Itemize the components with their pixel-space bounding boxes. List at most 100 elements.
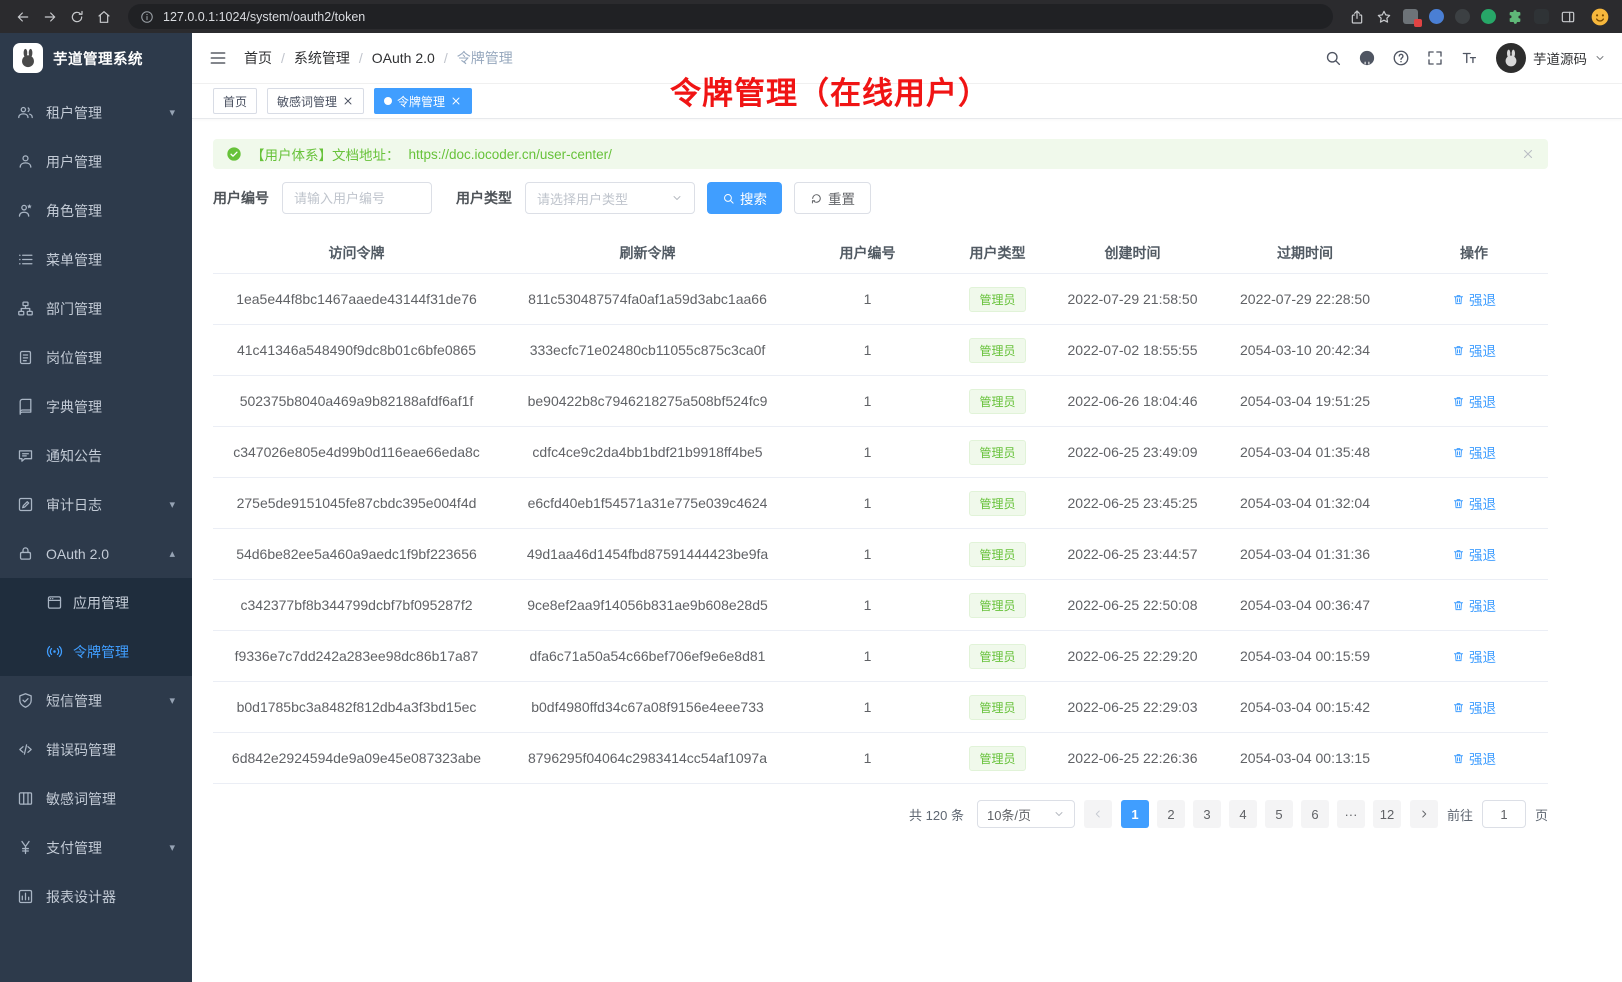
next-page-button[interactable] [1410, 800, 1438, 828]
user-id-cell: 1 [795, 376, 940, 427]
sidebar-item-tenant[interactable]: 租户管理▾ [0, 88, 192, 137]
home-icon[interactable] [93, 6, 115, 28]
page-buttons: 123456···12 [1121, 800, 1401, 828]
side-panel-icon[interactable] [1557, 6, 1579, 28]
user-id-input[interactable] [282, 182, 432, 214]
user-id-label: 用户编号 [213, 188, 269, 208]
force-logout-button[interactable]: 强退 [1452, 646, 1496, 666]
force-logout-button[interactable]: 强退 [1452, 493, 1496, 513]
sidebar-item-app-manage[interactable]: 应用管理 [0, 578, 192, 627]
sidebar-item-notice[interactable]: 通知公告 [0, 431, 192, 480]
page-button-5[interactable]: 5 [1265, 800, 1293, 828]
github-icon[interactable] [1358, 49, 1376, 67]
user-type-badge: 管理员 [969, 695, 1025, 720]
tab-token-manage[interactable]: 令牌管理 [374, 88, 472, 114]
browser-profile-avatar[interactable] [1590, 7, 1610, 27]
more-pages-button[interactable]: ··· [1337, 800, 1365, 828]
delete-icon [1452, 395, 1465, 408]
page-size-select[interactable]: 10条/页 [977, 800, 1075, 828]
reload-icon[interactable] [66, 6, 88, 28]
user-type-cell: 管理员 [940, 427, 1055, 478]
sidebar-item-oauth2[interactable]: OAuth 2.0▴ [0, 529, 192, 578]
extension-icon[interactable] [1403, 9, 1418, 24]
share-icon[interactable] [1346, 6, 1368, 28]
dict-icon [17, 398, 34, 415]
extension-icon[interactable] [1455, 9, 1470, 24]
force-logout-button[interactable]: 强退 [1452, 697, 1496, 717]
sidebar-item-token-manage[interactable]: 令牌管理 [0, 627, 192, 676]
delete-icon [1452, 293, 1465, 306]
user-type-label: 用户类型 [456, 188, 512, 208]
sidebar-item-sensitive-word[interactable]: 敏感词管理 [0, 774, 192, 823]
tab-home[interactable]: 首页 [213, 88, 257, 114]
extension-icon[interactable] [1534, 9, 1549, 24]
sidebar-item-user[interactable]: 用户管理 [0, 137, 192, 186]
table-row: 54d6be82ee5a460a9aedc1f9bf22365649d1aa46… [213, 529, 1548, 580]
breadcrumb-item[interactable]: OAuth 2.0 [372, 50, 435, 66]
expire-time-cell: 2054-03-04 00:15:42 [1210, 682, 1400, 733]
user-type-cell: 管理员 [940, 580, 1055, 631]
sidebar-item-error-code[interactable]: 错误码管理 [0, 725, 192, 774]
url-bar[interactable]: 127.0.0.1:1024/system/oauth2/token [128, 4, 1333, 29]
page-button-12[interactable]: 12 [1373, 800, 1401, 828]
column-header: 过期时间 [1210, 233, 1400, 274]
extension-icon[interactable] [1429, 9, 1444, 24]
sidebar-item-dept[interactable]: 部门管理 [0, 284, 192, 333]
doc-link[interactable]: https://doc.iocoder.cn/user-center/ [409, 147, 612, 162]
chevron-up-icon: ▴ [169, 547, 175, 560]
app-title: 芋道管理系统 [53, 48, 143, 69]
force-logout-label: 强退 [1469, 391, 1496, 411]
create-time-cell: 2022-06-26 18:04:46 [1055, 376, 1210, 427]
error-code-icon [17, 741, 34, 758]
back-icon[interactable] [12, 6, 34, 28]
search-icon[interactable] [1324, 49, 1342, 67]
sidebar-item-sms[interactable]: 短信管理▾ [0, 676, 192, 725]
page-button-2[interactable]: 2 [1157, 800, 1185, 828]
expire-time-cell: 2022-07-29 22:28:50 [1210, 274, 1400, 325]
extensions-puzzle-icon[interactable] [1504, 6, 1526, 28]
sidebar-item-dict[interactable]: 字典管理 [0, 382, 192, 431]
site-info-icon[interactable] [138, 8, 156, 26]
sidebar-item-post[interactable]: 岗位管理 [0, 333, 192, 382]
action-cell: 强退 [1400, 325, 1548, 376]
force-logout-button[interactable]: 强退 [1452, 289, 1496, 309]
delete-icon [1452, 650, 1465, 663]
tab-sensitive-word[interactable]: 敏感词管理 [267, 88, 364, 114]
force-logout-button[interactable]: 强退 [1452, 748, 1496, 768]
close-icon[interactable] [1521, 147, 1535, 161]
help-icon[interactable] [1392, 49, 1410, 67]
forward-icon[interactable] [39, 6, 61, 28]
reset-button[interactable]: 重置 [794, 182, 871, 214]
hamburger-icon[interactable] [208, 48, 228, 68]
sidebar-item-audit-log[interactable]: 审计日志▾ [0, 480, 192, 529]
close-icon[interactable] [342, 95, 354, 107]
breadcrumb-item[interactable]: 系统管理 [294, 48, 350, 68]
font-size-icon[interactable] [1460, 49, 1478, 67]
page-button-4[interactable]: 4 [1229, 800, 1257, 828]
app-logo[interactable]: 芋道管理系统 [0, 33, 192, 83]
breadcrumb-item[interactable]: 首页 [244, 48, 272, 68]
sidebar-item-role[interactable]: 角色管理 [0, 186, 192, 235]
sidebar-item-menu[interactable]: 菜单管理 [0, 235, 192, 284]
force-logout-button[interactable]: 强退 [1452, 391, 1496, 411]
sidebar-item-pay[interactable]: 支付管理▾ [0, 823, 192, 872]
page-button-1[interactable]: 1 [1121, 800, 1149, 828]
extension-icon[interactable] [1481, 9, 1496, 24]
access-token-cell: 54d6be82ee5a460a9aedc1f9bf223656 [213, 529, 500, 580]
page-button-6[interactable]: 6 [1301, 800, 1329, 828]
search-button[interactable]: 搜索 [707, 182, 782, 214]
fullscreen-icon[interactable] [1426, 49, 1444, 67]
user-menu[interactable]: 芋道源码 [1496, 43, 1606, 73]
action-cell: 强退 [1400, 427, 1548, 478]
force-logout-button[interactable]: 强退 [1452, 544, 1496, 564]
bookmark-star-icon[interactable] [1373, 6, 1395, 28]
force-logout-button[interactable]: 强退 [1452, 340, 1496, 360]
page-button-3[interactable]: 3 [1193, 800, 1221, 828]
force-logout-button[interactable]: 强退 [1452, 595, 1496, 615]
sidebar-item-report-designer[interactable]: 报表设计器 [0, 872, 192, 921]
force-logout-button[interactable]: 强退 [1452, 442, 1496, 462]
prev-page-button[interactable] [1084, 800, 1112, 828]
user-type-select[interactable]: 请选择用户类型 [525, 182, 695, 214]
goto-page-input[interactable] [1482, 800, 1526, 828]
close-icon[interactable] [450, 95, 462, 107]
